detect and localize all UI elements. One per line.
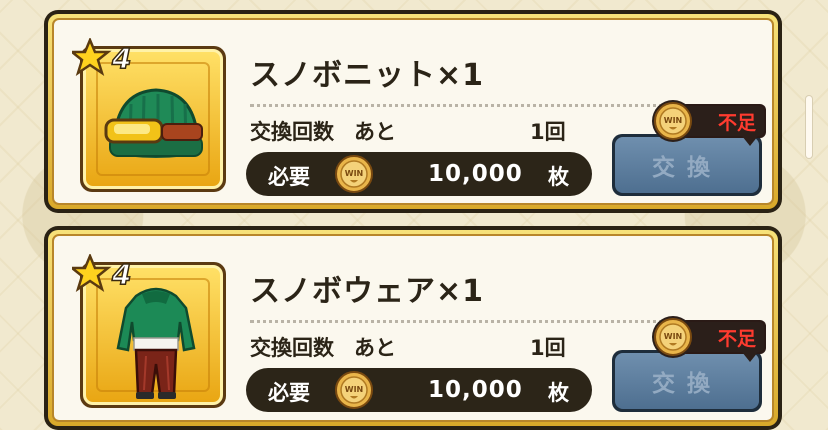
remaining-value: 1回 <box>530 120 566 144</box>
cost-pill: 必要 WIN 10,000 枚 <box>246 152 592 196</box>
rarity-number: 4 <box>111 42 131 75</box>
rarity-number: 4 <box>111 258 131 291</box>
win-coin-icon: WIN <box>335 371 373 409</box>
exchange-button-label: 交換 <box>652 371 722 397</box>
remaining-value: 1回 <box>530 336 566 360</box>
exchange-item-card: 4 スノボウェア×1 交換回数 あと 1回 必要 WIN 10,000 枚 交換… <box>44 226 782 430</box>
cost-value: 10,000 <box>428 161 523 187</box>
insufficient-text: 不足 <box>717 327 756 350</box>
item-title: スノボウェア×1 <box>250 274 485 309</box>
svg-text:WIN: WIN <box>664 116 683 125</box>
rarity-star-icon: 4 <box>72 254 132 292</box>
cost-unit: 枚 <box>548 381 569 405</box>
exchange-button-label: 交換 <box>652 155 722 181</box>
insufficient-text: 不足 <box>717 111 756 134</box>
cost-value: 10,000 <box>428 377 523 403</box>
svg-text:WIN: WIN <box>345 169 364 178</box>
svg-text:WIN: WIN <box>664 332 683 341</box>
remaining-label: あと <box>354 336 396 360</box>
insufficient-badge: 不足 WIN <box>650 314 768 362</box>
rarity-star-icon: 4 <box>72 38 132 76</box>
scrollbar[interactable] <box>806 96 812 158</box>
svg-text:WIN: WIN <box>345 385 364 394</box>
exchange-count-label: 交換回数 <box>250 120 334 144</box>
insufficient-badge: 不足 WIN <box>650 98 768 146</box>
item-title: スノボニット×1 <box>250 58 485 93</box>
win-coin-icon: WIN <box>652 316 694 358</box>
required-label: 必要 <box>268 381 310 405</box>
remaining-label: あと <box>354 120 396 144</box>
required-label: 必要 <box>268 165 310 189</box>
win-coin-icon: WIN <box>335 155 373 193</box>
cost-pill: 必要 WIN 10,000 枚 <box>246 368 592 412</box>
exchange-count-label: 交換回数 <box>250 336 334 360</box>
exchange-item-card: 4 スノボニット×1 交換回数 あと 1回 必要 WIN 10,000 枚 交換… <box>44 10 782 213</box>
win-coin-icon: WIN <box>652 100 694 142</box>
cost-unit: 枚 <box>548 165 569 189</box>
